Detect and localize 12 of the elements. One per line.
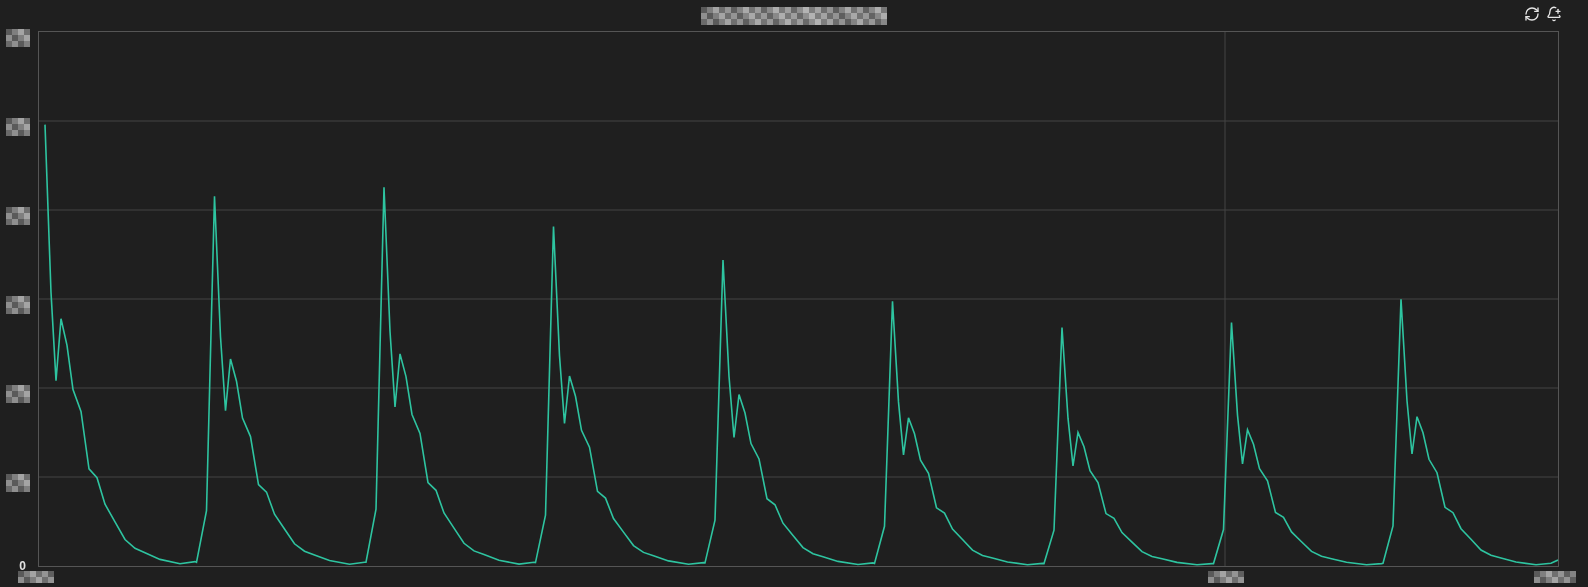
pixelated-label: [6, 296, 30, 314]
pixelated-label: [6, 29, 30, 47]
refresh-icon[interactable]: [1524, 6, 1540, 22]
pixelated-label: [6, 118, 30, 136]
pixelated-label: [6, 207, 30, 225]
axis-label: 0: [19, 559, 26, 573]
bell-icon[interactable]: [1546, 6, 1562, 22]
pixelated-label: [1208, 571, 1244, 583]
pixelated-label: [6, 474, 30, 492]
pixelated-label: [6, 385, 30, 403]
pixelated-label: [18, 571, 54, 583]
pixelated-label: [1534, 571, 1576, 583]
